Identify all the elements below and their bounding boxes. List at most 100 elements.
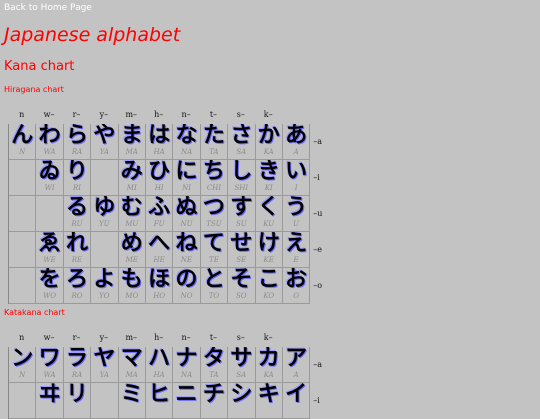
hiragana-character: ゐ <box>38 160 61 184</box>
hiragana-romaji: KA <box>263 148 274 156</box>
hiragana-romaji: CHI <box>206 184 222 192</box>
hiragana-grid: ん N わ WA ら RA や YA ま MA は HA な NA た TA さ SA か KA あ A –a ゐ WI り RI み… <box>8 124 336 304</box>
hiragana-character: な <box>175 124 198 148</box>
hiragana-vowel-label: –a <box>313 137 323 146</box>
hiragana-cell <box>36 196 64 232</box>
katakana-character: ア <box>285 347 308 371</box>
hiragana-cell: か KA <box>255 124 283 160</box>
hiragana-romaji: KI <box>264 184 273 192</box>
hiragana-cell: ゆ YU <box>91 196 119 232</box>
hiragana-character: ゑ <box>38 232 61 256</box>
hiragana-vowel-label: –e <box>313 245 323 254</box>
katakana-column-headers: n w– r– y– m– h– n– t– s– k– <box>8 333 336 347</box>
hiragana-cell: な NA <box>173 124 201 160</box>
hiragana-character: ゆ <box>93 196 116 220</box>
hiragana-character: れ <box>65 232 88 256</box>
hiragana-cell <box>9 232 37 268</box>
katakana-cell: ハ HA <box>145 347 174 383</box>
hiragana-romaji: SU <box>235 220 247 228</box>
katakana-character: ニ <box>175 383 198 407</box>
hiragana-column-header <box>282 110 309 124</box>
hiragana-romaji: U <box>293 220 300 228</box>
hiragana-cell: は HA <box>145 124 174 160</box>
hiragana-character: す <box>230 196 253 220</box>
katakana-romaji: RA <box>71 371 83 379</box>
hiragana-cell: し SHI <box>228 160 256 196</box>
hiragana-romaji: MA <box>125 148 138 156</box>
hiragana-character: ね <box>175 232 198 256</box>
katakana-character: イ <box>285 383 308 407</box>
hiragana-cell: ら RA <box>63 124 92 160</box>
katakana-column-header: y– <box>99 333 109 342</box>
hiragana-column-header: k– <box>263 110 273 119</box>
hiragana-character: か <box>257 124 280 148</box>
hiragana-romaji: SA <box>236 148 247 156</box>
hiragana-character: も <box>120 268 143 292</box>
hiragana-character: て <box>202 232 225 256</box>
hiragana-cell <box>9 160 37 196</box>
hiragana-cell: む MU <box>118 196 146 232</box>
hiragana-vowel-label: –u <box>313 209 323 218</box>
hiragana-cell: よ YO <box>91 268 119 304</box>
hiragana-character: の <box>175 268 198 292</box>
hiragana-character: え <box>285 232 308 256</box>
katakana-romaji: SA <box>236 371 247 379</box>
hiragana-romaji: WA <box>43 148 56 156</box>
hiragana-cell: んN <box>9 124 37 160</box>
hiragana-romaji: ME <box>125 256 138 264</box>
hiragana-romaji: NI <box>182 184 191 192</box>
hiragana-romaji: N <box>19 148 26 156</box>
hiragana-character: い <box>285 160 308 184</box>
hiragana-cell: き KI <box>255 160 283 196</box>
hiragana-cell: へ HE <box>145 232 174 268</box>
hiragana-character: う <box>285 196 308 220</box>
hiragana-character: や <box>93 124 116 148</box>
hiragana-cell: の NO <box>173 268 201 304</box>
katakana-romaji: WA <box>43 371 56 379</box>
hiragana-cell <box>9 268 37 304</box>
hiragana-character: よ <box>93 268 116 292</box>
hiragana-romaji: KO <box>263 292 275 300</box>
katakana-column-header: w– <box>43 333 55 342</box>
katakana-romaji: N <box>19 371 26 379</box>
hiragana-character: る <box>65 196 88 220</box>
hiragana-romaji: SHI <box>234 184 249 192</box>
hiragana-cell: あA <box>282 124 311 160</box>
hiragana-chart: n w– r– y– m– h– n– t– s– k– ん N わ WA ら RA や YA ま MA は HA な NA… <box>8 110 336 304</box>
hiragana-cell: ふ FU <box>145 196 174 232</box>
hiragana-romaji: RU <box>71 220 83 228</box>
hiragana-character: ま <box>120 124 143 148</box>
hiragana-column-header: t– <box>209 110 218 119</box>
hiragana-character: ら <box>65 124 88 148</box>
hiragana-romaji: TSU <box>206 220 222 228</box>
back-to-home-link[interactable]: Back to Home Page <box>4 3 92 13</box>
section-title: Kana chart <box>4 59 75 74</box>
katakana-column-header <box>282 333 309 347</box>
hiragana-romaji: SE <box>236 256 247 264</box>
katakana-romaji: HA <box>153 371 165 379</box>
hiragana-cell: つ TSU <box>200 196 229 232</box>
hiragana-character: ぬ <box>175 196 198 220</box>
hiragana-character: ほ <box>148 268 171 292</box>
hiragana-cell: め ME <box>118 232 146 268</box>
hiragana-cell: に NI <box>173 160 201 196</box>
hiragana-character: ろ <box>65 268 88 292</box>
hiragana-romaji: MO <box>125 292 139 300</box>
hiragana-romaji: E <box>293 256 299 264</box>
hiragana-character: た <box>202 124 225 148</box>
katakana-character: キ <box>257 383 280 407</box>
katakana-cell: アA <box>282 347 311 383</box>
hiragana-character: さ <box>230 124 253 148</box>
hiragana-character: を <box>38 268 61 292</box>
hiragana-romaji: RI <box>72 184 81 192</box>
hiragana-character: ん <box>11 124 34 148</box>
hiragana-cell: ほ HO <box>145 268 174 304</box>
hiragana-romaji: HO <box>153 292 166 300</box>
katakana-column-header: h– <box>154 333 164 342</box>
hiragana-cell: こ KO <box>255 268 283 304</box>
katakana-cell: ナ NA <box>173 347 201 383</box>
hiragana-cell: た TA <box>200 124 229 160</box>
hiragana-cell: て TE <box>200 232 229 268</box>
katakana-cell: ヤ YA <box>91 347 119 383</box>
hiragana-romaji: YA <box>99 148 109 156</box>
